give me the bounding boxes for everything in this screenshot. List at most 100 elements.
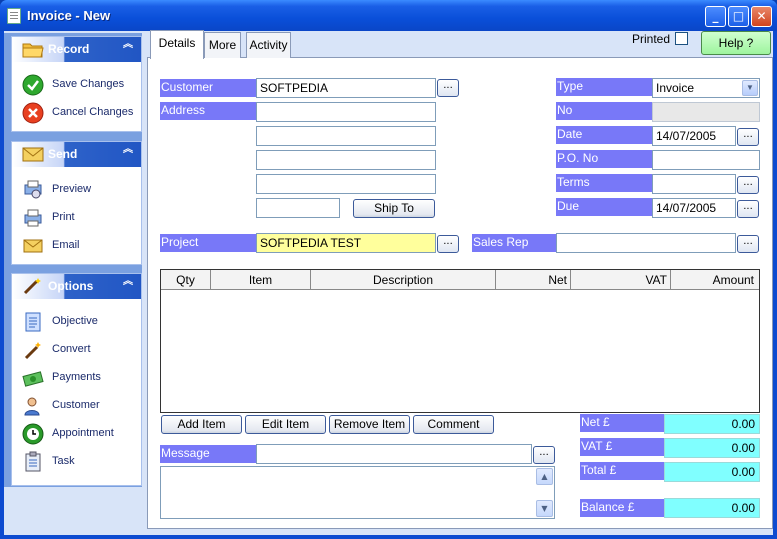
type-select-value: Invoice [656, 81, 695, 95]
vat-total-label: VAT £ [580, 438, 664, 456]
grid-col-amount[interactable]: Amount [671, 270, 759, 290]
grid-col-item[interactable]: Item [211, 270, 311, 290]
email-icon [23, 239, 43, 253]
add-item-button[interactable]: Add Item [161, 415, 242, 434]
save-changes-item[interactable]: Save Changes [22, 74, 140, 96]
convert-item[interactable]: Convert [22, 339, 140, 361]
cancel-changes-label: Cancel Changes [52, 106, 134, 118]
maximize-button[interactable]: □ [728, 6, 749, 27]
user-icon [24, 397, 40, 416]
address-label: Address [160, 102, 256, 120]
customer-input[interactable]: SOFTPEDIA [256, 78, 436, 98]
sales-rep-lookup-button[interactable]: ... [737, 235, 759, 253]
address-line-1-input[interactable] [256, 102, 436, 122]
magic-wand-icon [23, 278, 41, 295]
preview-icon [24, 180, 42, 199]
tab-details[interactable]: Details [150, 30, 204, 59]
chevron-down-icon[interactable]: ▼ [742, 80, 758, 96]
print-item[interactable]: Print [22, 207, 140, 229]
ship-to-button[interactable]: Ship To [353, 199, 435, 218]
customer-label-field: Customer [160, 79, 256, 97]
cancel-icon [22, 102, 44, 124]
appointment-item[interactable]: Appointment [22, 423, 140, 445]
net-total-value: 0.00 [664, 414, 760, 434]
objective-item[interactable]: Objective [22, 311, 140, 333]
address-line-2-input[interactable] [256, 126, 436, 146]
clock-icon [22, 423, 44, 445]
grid-col-description[interactable]: Description [311, 270, 496, 290]
save-changes-label: Save Changes [52, 78, 125, 90]
po-no-label: P.O. No [556, 150, 652, 168]
options-panel-header[interactable]: Options ︽ [12, 274, 141, 299]
address-line-3-input[interactable] [256, 150, 436, 170]
project-input[interactable]: SOFTPEDIA TEST [256, 233, 436, 253]
payments-item[interactable]: Payments [22, 367, 140, 389]
preview-label: Preview [52, 183, 92, 195]
terms-input[interactable] [652, 174, 736, 194]
message-label: Message [160, 445, 256, 463]
tab-activity[interactable]: Activity [246, 32, 291, 58]
invoice-number-input [652, 102, 760, 122]
preview-item[interactable]: Preview [22, 179, 140, 201]
sales-rep-input[interactable] [556, 233, 736, 253]
customer-item[interactable]: Customer [22, 395, 140, 417]
cancel-changes-item[interactable]: Cancel Changes [22, 102, 140, 124]
due-date-input[interactable]: 14/07/2005 [652, 198, 736, 218]
record-panel-header[interactable]: Record ︽ [12, 37, 141, 62]
remove-item-button[interactable]: Remove Item [329, 415, 410, 434]
record-panel: Record ︽ Save Changes Cancel Changes [11, 36, 142, 132]
type-select[interactable]: Invoice ▼ [652, 78, 760, 98]
postcode-input[interactable] [256, 198, 340, 218]
objective-label: Objective [52, 315, 98, 327]
date-picker-button[interactable]: ... [737, 128, 759, 146]
terms-lookup-button[interactable]: ... [737, 176, 759, 194]
record-panel-title: Record [48, 42, 90, 56]
printer-icon [24, 209, 42, 227]
scroll-down-icon[interactable]: ▼ [536, 500, 553, 517]
collapse-chevron-icon[interactable]: ︽ [123, 277, 133, 287]
due-label: Due [556, 198, 652, 216]
convert-label: Convert [52, 343, 91, 355]
minimize-button[interactable]: _ [705, 6, 726, 27]
items-grid[interactable]: Qty Item Description Net VAT Amount [160, 269, 760, 413]
grid-header: Qty Item Description Net VAT Amount [161, 270, 759, 290]
printed-label: Printed [632, 32, 671, 46]
address-line-4-input[interactable] [256, 174, 436, 194]
po-no-input[interactable] [652, 150, 760, 170]
tab-more[interactable]: More [204, 32, 241, 58]
date-input[interactable]: 14/07/2005 [652, 126, 736, 146]
email-item[interactable]: Email [22, 235, 140, 257]
vat-total-value: 0.00 [664, 438, 760, 458]
scroll-up-icon[interactable]: ▲ [536, 468, 553, 485]
options-panel-title: Options [48, 279, 94, 293]
balance-label: Balance £ [580, 499, 664, 517]
task-item[interactable]: Task [22, 451, 140, 473]
project-label: Project [160, 234, 256, 252]
grid-col-qty[interactable]: Qty [161, 270, 211, 290]
collapse-chevron-icon[interactable]: ︽ [123, 145, 133, 155]
edit-item-button[interactable]: Edit Item [245, 415, 326, 434]
message-textarea[interactable]: ▲ ▼ [160, 466, 555, 519]
print-label: Print [52, 211, 75, 223]
message-subject-input[interactable] [256, 444, 532, 464]
folder-icon [22, 43, 44, 58]
customer-lookup-button[interactable]: ... [437, 79, 459, 97]
send-panel-title: Send [48, 147, 78, 161]
maximize-icon: □ [732, 9, 745, 23]
message-lookup-button[interactable]: ... [533, 446, 555, 464]
sales-rep-label: Sales Rep [472, 234, 556, 252]
collapse-chevron-icon[interactable]: ︽ [123, 40, 133, 50]
grid-col-vat[interactable]: VAT [571, 270, 671, 290]
grid-col-net[interactable]: Net [496, 270, 571, 290]
clipboard-icon [25, 451, 41, 472]
title-bar[interactable]: Invoice - New _ □ ✕ [0, 0, 777, 31]
help-button[interactable]: Help ? [701, 31, 771, 55]
send-panel-header[interactable]: Send ︽ [12, 142, 141, 167]
project-lookup-button[interactable]: ... [437, 235, 459, 253]
envelope-icon [22, 147, 44, 162]
printed-checkbox[interactable] [675, 32, 688, 45]
window-title: Invoice - New [27, 8, 111, 23]
close-button[interactable]: ✕ [751, 6, 772, 27]
due-date-picker-button[interactable]: ... [737, 200, 759, 218]
comment-button[interactable]: Comment [413, 415, 494, 434]
